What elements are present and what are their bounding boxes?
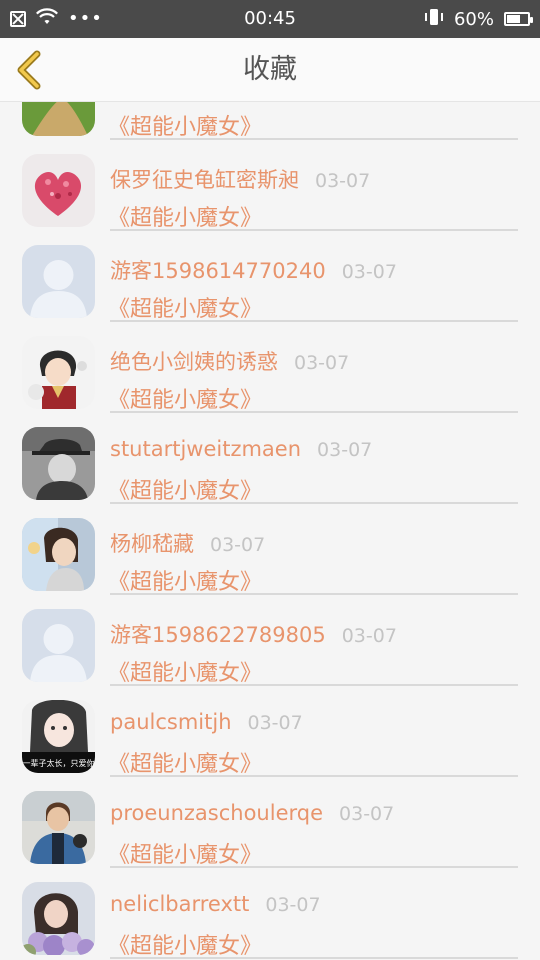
battery-percent: 60% — [453, 8, 494, 30]
avatar[interactable] — [22, 791, 95, 864]
work-title[interactable]: 《超能小魔女》 — [108, 837, 262, 869]
favorite-list-item[interactable]: neliclbarrextt 03-07 《超能小魔女》 — [0, 868, 540, 959]
work-title[interactable]: 《超能小魔女》 — [108, 291, 262, 323]
vibrate-icon — [424, 8, 444, 31]
avatar[interactable] — [22, 245, 95, 318]
favorite-list-item[interactable]: 游客1598622789805 03-07 《超能小魔女》 — [0, 595, 540, 686]
avatar[interactable] — [22, 518, 95, 591]
avatar[interactable] — [22, 427, 95, 500]
item-meta: 游客1598614770240 03-07 — [110, 255, 397, 285]
avatar[interactable] — [22, 336, 95, 409]
item-meta: neliclbarrextt 03-07 — [110, 892, 321, 916]
user-name[interactable]: 保罗征史龟缸密斯昶 — [110, 164, 299, 194]
user-name[interactable]: stutartjweitzmaen — [110, 437, 301, 461]
avatar[interactable]: 一辈子太长，只爱你 — [22, 700, 95, 773]
work-title[interactable]: 《超能小魔女》 — [108, 109, 262, 141]
avatar[interactable] — [22, 102, 95, 136]
item-date: 03-07 — [247, 712, 303, 734]
user-name[interactable]: proeunzaschoulerqe — [110, 801, 323, 825]
work-title[interactable]: 《超能小魔女》 — [108, 928, 262, 960]
avatar[interactable] — [22, 882, 95, 955]
user-name[interactable]: paulcsmitjh — [110, 710, 232, 734]
item-date: 03-07 — [341, 261, 397, 283]
item-meta: 杨柳嵇藏 03-07 — [110, 528, 265, 558]
user-name[interactable]: 杨柳嵇藏 — [110, 528, 194, 558]
favorite-list-item[interactable]: proeunzaschoulerqe 03-07 《超能小魔女》 — [0, 777, 540, 868]
item-date: 03-07 — [210, 534, 266, 556]
item-date: 03-07 — [294, 352, 350, 374]
item-date: 03-07 — [317, 439, 373, 461]
user-name[interactable]: 绝色小剑姨的诱惑 — [110, 346, 278, 376]
favorite-list-item[interactable]: 游客1598614770240 03-07 《超能小魔女》 — [0, 231, 540, 322]
item-date: 03-07 — [315, 170, 371, 192]
favorite-list-item[interactable]: 杨柳嵇藏 03-07 《超能小魔女》 — [0, 504, 540, 595]
item-meta: 绝色小剑姨的诱惑 03-07 — [110, 346, 349, 376]
work-title[interactable]: 《超能小魔女》 — [108, 655, 262, 687]
avatar[interactable] — [22, 609, 95, 682]
favorite-list-item[interactable]: 一辈子太长，只爱你 paulcsmitjh 03-07 《超能小魔女》 — [0, 686, 540, 777]
item-meta: stutartjweitzmaen 03-07 — [110, 437, 372, 461]
work-title[interactable]: 《超能小魔女》 — [108, 746, 262, 778]
page-title: 收藏 — [243, 54, 297, 85]
favorite-list-item[interactable]: 绝色小剑姨的诱惑 03-07 《超能小魔女》 — [0, 322, 540, 413]
favorite-list-item[interactable]: 《超能小魔女》 — [0, 102, 540, 140]
item-date: 03-07 — [341, 625, 397, 647]
work-title[interactable]: 《超能小魔女》 — [108, 382, 262, 414]
work-title[interactable]: 《超能小魔女》 — [108, 473, 262, 505]
item-meta: 游客1598622789805 03-07 — [110, 619, 397, 649]
divider — [110, 957, 518, 959]
app-header: 收藏 — [0, 38, 540, 102]
user-name[interactable]: 游客1598622789805 — [110, 619, 326, 649]
user-name[interactable]: 游客1598614770240 — [110, 255, 326, 285]
work-title[interactable]: 《超能小魔女》 — [108, 200, 262, 232]
item-date: 03-07 — [265, 894, 321, 916]
user-name[interactable]: neliclbarrextt — [110, 892, 249, 916]
favorite-list-item[interactable]: stutartjweitzmaen 03-07 《超能小魔女》 — [0, 413, 540, 504]
item-meta: paulcsmitjh 03-07 — [110, 710, 303, 734]
status-bar: ••• 00:45 60% — [0, 0, 540, 38]
work-title[interactable]: 《超能小魔女》 — [108, 564, 262, 596]
favorite-list-item[interactable]: 保罗征史龟缸密斯昶 03-07 《超能小魔女》 — [0, 140, 540, 231]
favorites-list[interactable]: 《超能小魔女》 保罗征史龟缸密斯昶 03-07 《超能小魔女》 游客1598614770… — [0, 102, 540, 960]
battery-icon — [504, 12, 533, 26]
avatar[interactable] — [22, 154, 95, 227]
avatar-caption: 一辈子太长，只爱你 — [23, 758, 95, 768]
item-date: 03-07 — [339, 803, 395, 825]
item-meta: 保罗征史龟缸密斯昶 03-07 — [110, 164, 370, 194]
item-meta: proeunzaschoulerqe 03-07 — [110, 801, 394, 825]
